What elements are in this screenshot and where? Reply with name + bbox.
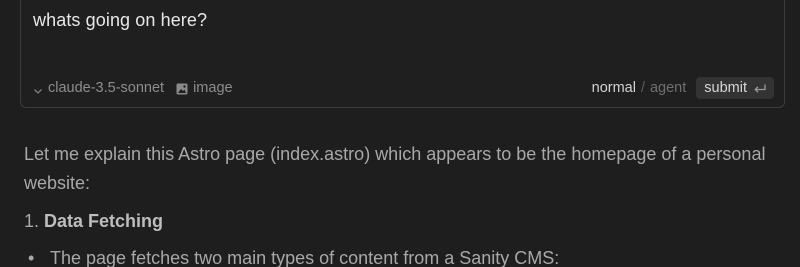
submit-button[interactable]: submit xyxy=(696,77,774,99)
composer-footer-left: claude-3.5-sonnet image xyxy=(33,80,233,96)
enter-key-icon xyxy=(753,82,767,94)
chevron-down-icon xyxy=(33,83,43,94)
image-icon xyxy=(176,82,188,95)
submit-label: submit xyxy=(704,80,747,96)
model-select[interactable]: claude-3.5-sonnet xyxy=(33,80,164,96)
list-item: 1. Data Fetching xyxy=(24,207,784,236)
list-number: 1. xyxy=(24,211,40,231)
image-button[interactable]: image xyxy=(176,80,233,96)
assistant-response: Let me explain this Astro page (index.as… xyxy=(24,140,784,267)
composer-box[interactable]: whats going on here? claude-3.5-sonnet i… xyxy=(20,0,785,108)
list-title: Data Fetching xyxy=(44,211,164,231)
prompt-input[interactable]: whats going on here? xyxy=(33,10,207,31)
response-intro: Let me explain this Astro page (index.as… xyxy=(24,144,766,193)
composer-footer-right: normal / agent submit xyxy=(592,77,774,99)
composer-footer: claude-3.5-sonnet image normal / agent s… xyxy=(21,75,784,101)
image-label: image xyxy=(193,80,233,96)
mode-agent-toggle[interactable]: agent xyxy=(650,80,686,96)
model-label: claude-3.5-sonnet xyxy=(48,80,165,96)
bullet-item: • The page fetches two main types of cont… xyxy=(24,244,784,267)
bullet-marker: • xyxy=(28,248,35,267)
bullet-text: The page fetches two main types of conte… xyxy=(50,248,560,267)
chat-panel: whats going on here? claude-3.5-sonnet i… xyxy=(0,0,800,267)
mode-normal-toggle[interactable]: normal xyxy=(592,80,636,96)
mode-separator: / xyxy=(640,80,645,96)
